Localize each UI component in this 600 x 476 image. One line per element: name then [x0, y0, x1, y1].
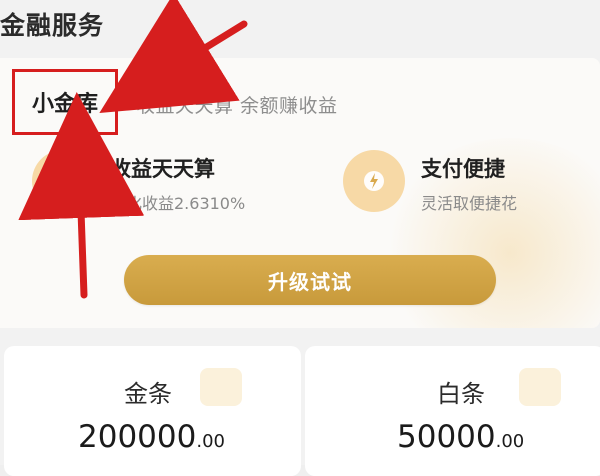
feature-subtitle: 灵活取便捷花 — [421, 194, 518, 213]
feature-title: 支付便捷 — [421, 157, 505, 181]
jintiao-label: 金条 — [124, 380, 172, 408]
feature-earnings: 收益天天算 年化收益2.6310% — [32, 150, 245, 214]
amount-main: 200000 — [78, 419, 197, 455]
upgrade-button[interactable]: 升级试试 — [124, 255, 496, 305]
jintiao-amount: 200000.00 — [78, 419, 225, 455]
tab-description: 收益天天算 余额赚收益 — [136, 95, 338, 117]
tab-xiaojinku[interactable]: 小金库 — [12, 69, 118, 135]
decorative-badge-icon — [519, 368, 561, 406]
page-title: 金融服务 — [0, 11, 105, 40]
baitiao-label: 白条 — [437, 380, 485, 408]
amount-cents: .00 — [495, 431, 525, 452]
wallet-icon — [32, 150, 94, 212]
amount-main: 50000 — [397, 419, 496, 455]
decorative-badge-icon — [200, 368, 242, 406]
page: 金融服务 小金库 收益天天算 余额赚收益 收益天天算 年化收益2.6310% 支… — [0, 0, 600, 476]
jintiao-card[interactable]: 金条 200000.00 — [4, 346, 301, 476]
baitiao-card[interactable]: 白条 50000.00 — [305, 346, 600, 476]
lightning-icon — [343, 150, 405, 212]
feature-title: 收益天天算 — [110, 157, 215, 181]
amount-cents: .00 — [196, 431, 225, 452]
baitiao-amount: 50000.00 — [397, 419, 524, 455]
feature-subtitle: 年化收益2.6310% — [110, 194, 246, 213]
feature-payment: 支付便捷 灵活取便捷花 — [343, 150, 517, 214]
